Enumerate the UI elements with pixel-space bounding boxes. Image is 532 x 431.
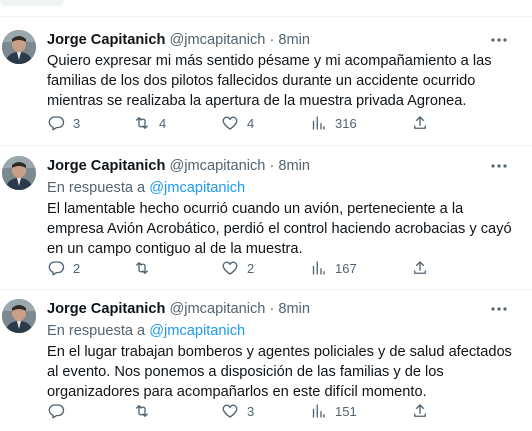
tweet[interactable]: Jorge Capitanich @jmcapitanich · 8min Qu…: [0, 30, 532, 146]
reply-button[interactable]: 3: [47, 113, 80, 133]
tweet[interactable]: Jorge Capitanich @jmcapitanich · 8min En…: [0, 299, 532, 431]
more-icon: [491, 38, 507, 42]
tweet-text: El lamentable hecho ocurrió cuando un av…: [47, 201, 512, 257]
more-button[interactable]: [486, 156, 512, 176]
avatar[interactable]: [2, 30, 36, 64]
action-bar: 3 151: [47, 401, 527, 421]
tweet-header: Jorge Capitanich @jmcapitanich · 8min: [47, 156, 517, 176]
separator-dot: ·: [269, 32, 275, 48]
like-count: 2: [247, 260, 255, 276]
more-icon: [491, 164, 507, 168]
previous-tweet-edge: [0, 0, 64, 6]
views-button[interactable]: 151: [309, 401, 357, 421]
avatar[interactable]: [2, 299, 36, 333]
tweet-header: Jorge Capitanich @jmcapitanich · 8min: [47, 30, 517, 50]
divider: [0, 16, 532, 17]
timestamp[interactable]: 8min: [278, 158, 310, 174]
views-count: 167: [335, 260, 357, 276]
reply-label: En respuesta a: [47, 323, 146, 339]
more-icon: [491, 307, 507, 311]
reply-button[interactable]: 2: [47, 258, 80, 278]
tweet[interactable]: Jorge Capitanich @jmcapitanich · 8min En…: [0, 156, 532, 290]
display-name[interactable]: Jorge Capitanich: [47, 301, 165, 317]
user-handle[interactable]: @jmcapitanich: [169, 32, 265, 48]
like-icon: [222, 261, 238, 275]
avatar-image: [2, 299, 36, 333]
display-name[interactable]: Jorge Capitanich: [47, 32, 165, 48]
reply-count: 2: [73, 260, 81, 276]
like-icon: [222, 404, 238, 418]
views-button[interactable]: 316: [309, 113, 357, 133]
retweet-icon: [136, 117, 148, 129]
views-icon: [312, 116, 325, 130]
share-icon: [414, 404, 426, 417]
like-count: 3: [247, 403, 255, 419]
tweet-text: Quiero expresar mi más sentido pésame y …: [47, 53, 492, 109]
user-handle[interactable]: @jmcapitanich: [169, 158, 265, 174]
share-button[interactable]: [411, 113, 429, 133]
reply-mention-link[interactable]: @jmcapitanich: [149, 323, 245, 339]
more-button[interactable]: [486, 30, 512, 50]
retweet-button[interactable]: [133, 401, 159, 421]
share-button[interactable]: [411, 401, 429, 421]
retweet-button[interactable]: 4: [133, 113, 166, 133]
action-bar: 2 2 167: [47, 258, 527, 278]
share-icon: [414, 261, 426, 274]
retweet-button[interactable]: [133, 258, 159, 278]
divider: [0, 145, 532, 146]
reply-button[interactable]: [47, 401, 73, 421]
reply-context: En respuesta a @jmcapitanich: [47, 178, 517, 198]
reply-mention-link[interactable]: @jmcapitanich: [149, 180, 245, 196]
action-bar: 3 4 4 316: [47, 113, 527, 133]
separator-dot: ·: [269, 301, 275, 317]
tweet-text: En el lugar trabajan bomberos y agentes …: [47, 344, 512, 400]
display-name[interactable]: Jorge Capitanich: [47, 158, 165, 174]
like-button[interactable]: 4: [221, 113, 254, 133]
views-count: 151: [335, 403, 357, 419]
reply-icon: [48, 116, 65, 131]
views-count: 316: [335, 115, 357, 131]
views-icon: [312, 404, 325, 418]
like-button[interactable]: 2: [221, 258, 254, 278]
reply-count: 3: [73, 115, 81, 131]
reply-context: En respuesta a @jmcapitanich: [47, 321, 517, 341]
views-button[interactable]: 167: [309, 258, 357, 278]
timestamp[interactable]: 8min: [278, 32, 310, 48]
share-button[interactable]: [411, 258, 429, 278]
like-count: 4: [247, 115, 255, 131]
separator-dot: ·: [269, 158, 275, 174]
like-icon: [222, 116, 238, 130]
retweet-count: 4: [159, 115, 167, 131]
avatar[interactable]: [2, 156, 36, 190]
reply-icon: [48, 404, 65, 419]
timestamp[interactable]: 8min: [278, 301, 310, 317]
retweet-icon: [136, 262, 148, 274]
more-button[interactable]: [486, 299, 512, 319]
avatar-image: [2, 156, 36, 190]
views-icon: [312, 261, 325, 275]
reply-icon: [48, 261, 65, 276]
divider: [0, 289, 532, 290]
reply-label: En respuesta a: [47, 180, 146, 196]
avatar-image: [2, 30, 36, 64]
like-button[interactable]: 3: [221, 401, 254, 421]
share-icon: [414, 116, 426, 129]
tweet-header: Jorge Capitanich @jmcapitanich · 8min: [47, 299, 517, 319]
retweet-icon: [136, 405, 148, 417]
user-handle[interactable]: @jmcapitanich: [169, 301, 265, 317]
